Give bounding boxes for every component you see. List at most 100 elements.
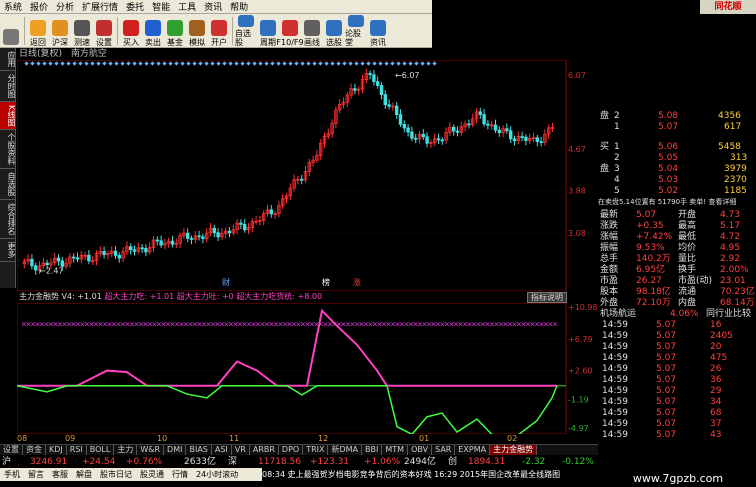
indicator-tab-18[interactable]: SAR [432, 445, 456, 455]
signal-marker [378, 61, 383, 66]
status-link[interactable]: 行情 [172, 470, 188, 479]
indicator-tab-10[interactable]: VR [232, 445, 250, 455]
candle-body [155, 239, 159, 242]
side-tab-2[interactable]: K线图 [0, 102, 16, 131]
menu-1[interactable]: 报价 [26, 0, 52, 13]
indicator-tabs: 设置 资金 KDJ RSI BOLL 主力 W&R DMI BIAS ASI VR ARBR DPO TR… [0, 444, 600, 455]
side-tab-3[interactable]: 个股资料 [0, 130, 16, 170]
indicator-tab-9[interactable]: ASI [212, 445, 232, 455]
level: 2 [614, 153, 620, 163]
news-ticker[interactable]: 08:34 史上最强贺岁档电影竞争背后的资本好戏 16:29 2015年国企改革… [262, 468, 600, 481]
stat-label: 开盘 [678, 210, 697, 220]
toolbar-button-9[interactable]: 开户 [208, 15, 230, 47]
candle-body [197, 235, 201, 238]
indicator-axis-label: +6.79 [568, 335, 593, 344]
indicator-v4: V4: +1.01 [61, 292, 102, 301]
indicator-chart[interactable]: +10.98+6.79+2.60-1.19-4.97××××××××××××××… [17, 303, 598, 434]
stat-label: 最新 [600, 210, 619, 220]
indicator-tab-14[interactable]: 新DMA [328, 445, 363, 455]
menu-7[interactable]: 资讯 [200, 0, 226, 13]
toolbar-button-4[interactable]: 设置 [93, 15, 115, 47]
indicator-tab-15[interactable]: BBI [362, 445, 383, 455]
menu-4[interactable]: 委托 [122, 0, 148, 13]
status-link[interactable]: 24小时滚动 [196, 470, 238, 479]
indicator-tab-2[interactable]: KDJ [46, 445, 67, 455]
indicator-tab-13[interactable]: TRIX [303, 445, 329, 455]
toolbar-button-8[interactable]: 模拟 [186, 15, 208, 47]
candle-body [493, 124, 498, 131]
toolbar-label: 设置 [96, 38, 112, 47]
indicator-tab-11[interactable]: ARBR [250, 445, 279, 455]
menu-6[interactable]: 工具 [174, 0, 200, 13]
indicator-tab-16[interactable]: MTM [382, 445, 409, 455]
toolbar-button-0[interactable] [0, 15, 22, 47]
signal-marker [180, 61, 185, 66]
indicator-tab-3[interactable]: RSI [67, 445, 87, 455]
side-tab-1[interactable]: 分时图 [0, 71, 16, 102]
tick-volume: 43 [710, 430, 722, 440]
candle-body [535, 137, 539, 142]
indicator-tab-4[interactable]: BOLL [87, 445, 115, 455]
event-marker[interactable]: 涨 [353, 277, 361, 287]
signal-marker [408, 61, 413, 66]
indicator-tab-0[interactable]: 设置 [0, 445, 23, 455]
tick-row: 14:59 5.07 20 [598, 342, 756, 353]
indicator-tab-12[interactable]: DPO [279, 445, 304, 455]
indicator-tab-19[interactable]: EXPMA [455, 445, 491, 455]
toolbar-button-7[interactable]: 基金 [164, 15, 186, 47]
toolbar-button-6[interactable]: 卖出 [142, 15, 164, 47]
toolbar-button-15[interactable]: 论股堂 [345, 15, 367, 47]
index-field: -0.12% [562, 457, 594, 467]
indicator-tab-20[interactable]: 主力金融势 [490, 445, 538, 455]
price: 5.08 [658, 111, 679, 121]
toolbar-button-14[interactable]: 选股 [323, 15, 345, 47]
candle-body [212, 227, 216, 234]
candle-body [402, 123, 406, 129]
tick-price: 5.07 [656, 353, 677, 363]
big-order-note[interactable]: 在卖盘5.14位置有 51790手 卖单! 查看详细 [598, 197, 756, 208]
toolbar-button-16[interactable]: 资讯 [367, 15, 389, 47]
side-tab-5[interactable]: 综合排名 [0, 200, 16, 240]
toolbar-button-1[interactable]: 返回 [27, 15, 49, 47]
menu-8[interactable]: 帮助 [226, 0, 252, 13]
toolbar-button-5[interactable]: 买入 [120, 15, 142, 47]
toolbar-button-10[interactable]: 自选股 [235, 15, 257, 47]
menu-2[interactable]: 分析 [52, 0, 78, 13]
index-field: +1.06% [364, 457, 401, 467]
compare-link: 同行业比较 [706, 309, 752, 319]
menu-3[interactable]: 扩展行情 [78, 0, 122, 13]
indicator-tab-17[interactable]: OBV [408, 445, 433, 455]
event-marker[interactable]: 财 [222, 277, 230, 287]
level: 1 [614, 122, 620, 132]
indicator-tab-6[interactable]: W&R [137, 445, 165, 455]
indicator-tab-5[interactable]: 主力 [114, 445, 138, 455]
menu-5[interactable]: 智能 [148, 0, 174, 13]
side-tab-6[interactable]: 更多 [0, 239, 16, 263]
signal-marker [132, 61, 137, 66]
menu-0[interactable]: 系统 [0, 0, 26, 13]
toolbar-button-12[interactable]: F10/F9 [276, 15, 304, 47]
stat-label: 流通 [678, 287, 697, 297]
toolbar-button-2[interactable]: 沪深 [49, 15, 71, 47]
indicator-help-button[interactable]: 指标说明 [527, 292, 567, 303]
toolbar-button-3[interactable]: 测速 [71, 15, 93, 47]
candle-body [379, 85, 384, 95]
candle-body [421, 133, 425, 138]
indicator-tab-8[interactable]: BIAS [186, 445, 212, 455]
status-link[interactable]: 手机 [4, 470, 20, 479]
side-tab-4[interactable]: 自选股 [0, 169, 16, 201]
toolbar-separator [117, 16, 118, 45]
status-link[interactable]: 股灵通 [140, 470, 164, 479]
price-chart[interactable]: 6.07 4.67 3.88 3.08 ←6.07 ←2.47 财 榜 涨 [17, 60, 598, 291]
indicator-tab-1[interactable]: 资金 [23, 445, 46, 455]
toolbar-button-13[interactable]: 画线 [301, 15, 323, 47]
status-link[interactable]: 客服 [52, 470, 68, 479]
stat-label: 换手 [678, 265, 697, 275]
signal-marker [396, 61, 401, 66]
status-link[interactable]: 股市日记 [100, 470, 132, 479]
status-link[interactable]: 留言 [28, 470, 44, 479]
status-link[interactable]: 解盘 [76, 470, 92, 479]
event-marker[interactable]: 榜 [322, 277, 330, 287]
indicator-tab-7[interactable]: DMI [164, 445, 187, 455]
side-tab-0[interactable]: 应用 [0, 48, 16, 71]
